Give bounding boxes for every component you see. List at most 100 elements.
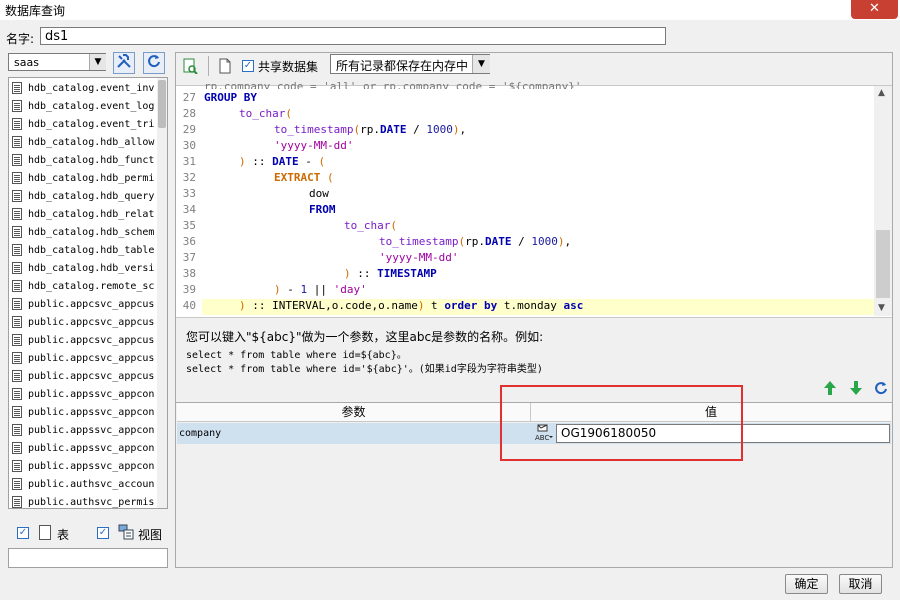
table-icon <box>12 316 22 328</box>
line-number: 27 <box>182 91 196 104</box>
list-item[interactable]: public.appssvc_appcon <box>12 440 157 458</box>
list-item[interactable]: hdb_catalog.hdb_schem <box>12 224 157 242</box>
code-line: dow <box>309 187 329 200</box>
table-filter-input[interactable] <box>8 548 168 568</box>
table-name: public.appcsvc_appcus <box>28 353 155 364</box>
line-number: 31 <box>182 155 196 168</box>
table-icon <box>12 82 22 94</box>
table-name: hdb_catalog.hdb_funct <box>28 155 155 166</box>
memory-mode-value: 所有记录都保存在内存中 <box>336 59 469 73</box>
list-item[interactable]: hdb_catalog.hdb_table <box>12 242 157 260</box>
close-button[interactable]: ✕ <box>851 0 898 19</box>
view-checkbox[interactable]: ✓ <box>97 527 109 539</box>
list-item[interactable]: public.authsvc_permis <box>12 494 157 508</box>
table-list[interactable]: hdb_catalog.event_inv hdb_catalog.event_l… <box>8 77 168 509</box>
list-item[interactable]: public.appcsvc_appcus <box>12 296 157 314</box>
table-icon <box>12 334 22 346</box>
table-icon <box>12 208 22 220</box>
line-number: 32 <box>182 171 196 184</box>
move-down-icon[interactable] <box>849 380 863 396</box>
cancel-button[interactable]: 取消 <box>839 574 882 594</box>
code-line: ) - 1 || 'day' <box>274 283 367 296</box>
preview-icon[interactable] <box>182 58 198 75</box>
highlight-box <box>500 385 743 461</box>
list-item[interactable]: hdb_catalog.hdb_funct <box>12 152 157 170</box>
name-input[interactable]: ds1 <box>40 27 666 45</box>
line-number: 37 <box>182 251 196 264</box>
list-item[interactable]: hdb_catalog.hdb_allow <box>12 134 157 152</box>
table-icon <box>12 154 22 166</box>
ok-button[interactable]: 确定 <box>785 574 828 594</box>
list-item[interactable]: hdb_catalog.event_log <box>12 98 157 116</box>
param-name-cell[interactable]: company <box>177 423 531 444</box>
line-number: 33 <box>182 187 196 200</box>
table-list-scroll-thumb[interactable] <box>158 80 166 128</box>
code-line: ) :: DATE - ( <box>239 155 326 168</box>
table-icon <box>12 388 22 400</box>
share-dataset-label: 共享数据集 <box>258 60 319 74</box>
table-checkbox[interactable]: ✓ <box>17 527 29 539</box>
list-item[interactable]: public.appcsvc_appcus <box>12 350 157 368</box>
table-name: hdb_catalog.hdb_versi <box>28 263 155 274</box>
editor-scroll-thumb[interactable] <box>876 230 890 298</box>
list-item[interactable]: public.appssvc_appcon <box>12 422 157 440</box>
table-name: public.appssvc_appcon <box>28 425 155 436</box>
line-number: 30 <box>182 139 196 152</box>
table-icon <box>12 352 22 364</box>
code-line: to_char( <box>344 219 397 232</box>
table-name: hdb_catalog.hdb_query <box>28 191 155 202</box>
table-name: hdb_catalog.hdb_permi <box>28 173 155 184</box>
code-line: EXTRACT ( <box>274 171 334 184</box>
list-item[interactable]: public.appssvc_appcon <box>12 458 157 476</box>
table-list-scrollbar[interactable] <box>157 78 167 508</box>
list-item[interactable]: public.appssvc_appcon <box>12 404 157 422</box>
table-checkbox-label: 表 <box>57 528 70 542</box>
table-icon <box>12 118 22 130</box>
list-item[interactable]: hdb_catalog.hdb_query <box>12 188 157 206</box>
list-item[interactable]: hdb_catalog.event_tri <box>12 116 157 134</box>
title-bar <box>0 0 900 20</box>
chevron-down-icon[interactable]: ▼ <box>472 55 490 73</box>
table-name: hdb_catalog.event_tri <box>28 119 155 130</box>
table-icon <box>12 190 22 202</box>
table-icon <box>12 262 22 274</box>
scroll-down-icon[interactable]: ▼ <box>878 303 885 313</box>
view-checkbox-label: 视图 <box>138 528 163 542</box>
scroll-up-icon[interactable]: ▲ <box>878 88 885 98</box>
list-item[interactable]: public.authsvc_accoun <box>12 476 157 494</box>
line-number: 28 <box>182 107 196 120</box>
help-text-line2: select * from table where id=${abc}。 <box>186 350 407 361</box>
line-number: 36 <box>182 235 196 248</box>
code-line: GROUP BY <box>204 91 257 104</box>
list-item[interactable]: public.appcsvc_appcus <box>12 368 157 386</box>
list-item[interactable]: public.appssvc_appcon <box>12 386 157 404</box>
code-line: to_timestamp(rp.DATE / 1000), <box>274 123 467 136</box>
list-item[interactable]: hdb_catalog.event_inv <box>12 80 157 98</box>
table-name: public.authsvc_accoun <box>28 479 155 490</box>
table-icon <box>12 280 22 292</box>
code-line: to_timestamp(rp.DATE / 1000), <box>379 235 572 248</box>
list-item[interactable]: public.appcsvc_appcus <box>12 332 157 350</box>
refresh-params-icon[interactable] <box>874 381 888 395</box>
code-line: ) :: TIMESTAMP <box>344 267 437 280</box>
table-icon <box>12 406 22 418</box>
table-name: public.appcsvc_appcus <box>28 317 155 328</box>
line-number: 35 <box>182 219 196 232</box>
help-text-line1: 您可以键入"${abc}"做为一个参数，这里abc是参数的名称。例如: <box>186 330 544 344</box>
list-item[interactable]: hdb_catalog.hdb_versi <box>12 260 157 278</box>
move-up-icon[interactable] <box>823 380 837 396</box>
table-icon <box>12 442 22 454</box>
refresh-icon[interactable] <box>143 52 165 74</box>
share-dataset-checkbox[interactable]: ✓ <box>242 60 254 72</box>
table-name: hdb_catalog.hdb_table <box>28 245 155 256</box>
list-item[interactable]: hdb_catalog.remote_sc <box>12 278 157 296</box>
list-item[interactable]: hdb_catalog.hdb_relat <box>12 206 157 224</box>
list-item[interactable]: public.appcsvc_appcus <box>12 314 157 332</box>
table-name: hdb_catalog.remote_sc <box>28 281 155 292</box>
document-icon[interactable] <box>217 58 233 74</box>
list-item[interactable]: hdb_catalog.hdb_permi <box>12 170 157 188</box>
help-text-line3: select * from table where id='${abc}'。(如… <box>186 364 543 375</box>
table-name: hdb_catalog.event_log <box>28 101 155 112</box>
tools-icon[interactable] <box>113 52 135 74</box>
chevron-down-icon[interactable]: ▼ <box>89 54 106 70</box>
